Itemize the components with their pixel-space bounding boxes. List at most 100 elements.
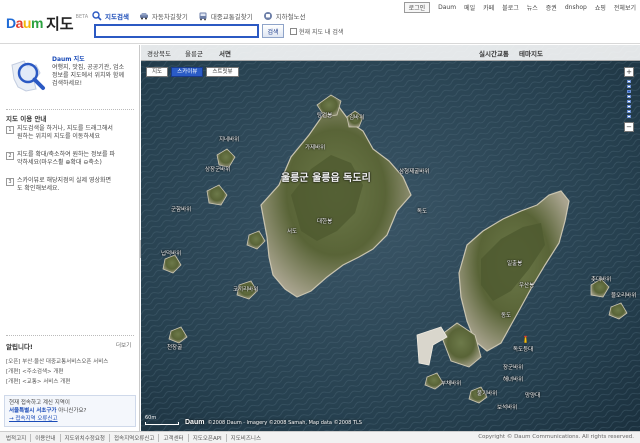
map-view[interactable]: 경상북도 울릉군 서면 실시간교통 테마지도 지도 스카이뷰 스트릿뷰 + − … — [141, 45, 640, 431]
guide-line: 스카이뷰로 해당지점의 실제 영상화면 — [17, 177, 112, 184]
place-label[interactable]: 일출봉 — [507, 259, 522, 267]
nav-link-all[interactable]: 전체보기 — [614, 3, 636, 12]
place-label[interactable]: 동도 — [501, 311, 511, 319]
alert-region: 서울특별시 서초구가 — [9, 408, 57, 414]
place-label[interactable]: 물오리바위 — [611, 291, 636, 299]
top-navigation: 로그인 Daum 메일 카페 블로그 뉴스 증권 dnshop 쇼핑 전체보기 — [403, 2, 636, 13]
place-label[interactable]: 서도 — [287, 227, 297, 235]
place-label[interactable]: 삼형제굴바위 — [399, 167, 429, 175]
nav-link-shopping[interactable]: 쇼핑 — [595, 3, 606, 12]
zoom-level-step[interactable] — [627, 80, 631, 83]
nav-link-news[interactable]: 뉴스 — [527, 3, 538, 12]
intro-text: Daum 지도 여행지, 맛집, 공공기관, 업소 정보를 지도에서 위치와 함… — [52, 56, 136, 88]
tab-car-route[interactable]: 자동차길찾기 — [139, 10, 198, 22]
footer-link-legal[interactable]: 법적고지 — [6, 434, 30, 442]
footer: 법적고지 이용안내 지도위치수정요청 접속지역오류신고 고객센터 지도오픈API… — [0, 431, 640, 443]
satellite-imagery — [141, 45, 640, 431]
place-label[interactable]: 천장굴 — [167, 343, 182, 351]
place-label[interactable]: 부채바위 — [441, 379, 461, 387]
place-label[interactable]: 탕건봉 — [317, 111, 332, 119]
breadcrumb-province[interactable]: 경상북도 — [147, 48, 171, 58]
magnifier-icon — [92, 11, 102, 21]
theme-map-button[interactable]: 테마지도 — [519, 48, 543, 58]
map-copyright: Daum ©2008 Daum · Imagery ©2008 Samah, M… — [185, 419, 362, 426]
checkbox-box[interactable] — [290, 27, 297, 35]
zoom-level-step[interactable] — [627, 100, 631, 103]
place-label[interactable]: 해녀바위 — [503, 375, 523, 383]
place-label[interactable]: 코끼리바위 — [233, 285, 258, 293]
zoom-out-button[interactable]: − — [624, 122, 634, 132]
nav-link-stock[interactable]: 증권 — [546, 3, 557, 12]
divider — [6, 335, 134, 336]
lighthouse-icon[interactable] — [521, 335, 530, 344]
map-toolbar: 경상북도 울릉군 서면 실시간교통 테마지도 — [141, 45, 640, 61]
within-map-checkbox[interactable]: 현재 지도 내 검색 — [290, 27, 343, 36]
nav-link-cafe[interactable]: 카페 — [483, 3, 494, 12]
footer-link-business[interactable]: 지도비즈니스 — [225, 434, 265, 442]
notice-item[interactable]: [개편] <교통> 서비스 개편 — [6, 377, 136, 385]
zoom-level-step[interactable] — [627, 85, 631, 88]
intro-line: 검색하세요! — [52, 80, 83, 87]
footer-link-help[interactable]: 고객센터 — [158, 434, 187, 442]
search-button[interactable]: 검색 — [262, 24, 284, 38]
notice-more-link[interactable]: 더보기 — [116, 341, 131, 349]
scale-line — [145, 422, 179, 425]
zoom-level-step[interactable] — [627, 115, 631, 118]
breadcrumb-district[interactable]: 서면 — [219, 48, 231, 58]
zoom-level-step[interactable] — [627, 95, 631, 98]
place-label[interactable]: 상장군바위 — [205, 165, 230, 173]
place-label[interactable]: 가제바위 — [305, 143, 325, 151]
place-label[interactable]: 장군바위 — [503, 363, 523, 371]
place-label[interactable]: 독도등대 — [513, 345, 533, 353]
daum-watermark-logo: Daum — [185, 419, 205, 426]
place-label-main: 울릉군 울릉읍 독도리 — [281, 173, 371, 184]
place-label[interactable]: 망양대 — [525, 391, 540, 399]
guide-line: 도 확인해보세요. — [17, 185, 60, 192]
nav-link-dnshop[interactable]: dnshop — [565, 4, 587, 11]
region-error-report-link[interactable]: → 접속지역 오류신고 — [9, 415, 131, 423]
place-label[interactable]: 우산봉 — [519, 281, 534, 289]
tab-map-search[interactable]: 지도검색 — [92, 10, 139, 22]
scale-bar: 60m — [145, 415, 179, 425]
place-label[interactable]: 군함바위 — [171, 205, 191, 213]
bus-icon — [199, 12, 207, 21]
place-label[interactable]: 지네바위 — [219, 135, 239, 143]
notice-item[interactable]: [오픈] 부산·울산 대중교통서비스오픈 서비스 — [6, 357, 136, 365]
guide-number: 2 — [6, 152, 14, 160]
tab-subway-lines[interactable]: 지하철노선 — [263, 10, 316, 22]
map-type-streetview-button[interactable]: 스트릿뷰 — [206, 67, 239, 77]
tab-label: 지하철노선 — [275, 13, 306, 21]
footer-links: 법적고지 이용안내 지도위치수정요청 접속지역오류신고 고객센터 지도오픈API… — [6, 434, 265, 442]
map-type-skyview-button[interactable]: 스카이뷰 — [171, 67, 204, 77]
footer-link-location-fix[interactable]: 지도위치수정요청 — [59, 434, 109, 442]
nav-link-daum[interactable]: Daum — [438, 4, 456, 11]
subway-icon — [263, 12, 272, 20]
login-link[interactable]: 로그인 — [403, 2, 431, 13]
search-tabs: 지도검색 자동차길찾기 대중교통길찾기 지하철노선 — [92, 10, 316, 22]
footer-link-region-report[interactable]: 접속지역오류신고 — [108, 434, 158, 442]
footer-link-open-api[interactable]: 지도오픈API — [187, 434, 226, 442]
search-input[interactable] — [94, 24, 259, 38]
place-label[interactable]: 넙덕바위 — [161, 249, 181, 257]
map-type-map-button[interactable]: 지도 — [146, 67, 169, 77]
place-label[interactable]: 독도 — [417, 207, 427, 215]
nav-link-blog[interactable]: 블로그 — [502, 3, 519, 12]
nav-link-mail[interactable]: 메일 — [464, 3, 475, 12]
footer-link-guide[interactable]: 이용안내 — [30, 434, 59, 442]
scale-label: 60m — [145, 415, 157, 421]
live-traffic-button[interactable]: 실시간교통 — [479, 48, 509, 58]
tab-transit-route[interactable]: 대중교통길찾기 — [198, 10, 263, 22]
zoom-level-step[interactable] — [627, 105, 631, 108]
daum-map-logo[interactable]: Daum 지도 BETA — [6, 12, 88, 34]
zoom-level-step[interactable] — [627, 110, 631, 113]
breadcrumb-county[interactable]: 울릉군 — [185, 48, 203, 58]
guide-line: 악하세요(마우스휠 ⊕확대 ⊖축소) — [17, 159, 102, 166]
place-label[interactable]: 김바위 — [349, 113, 364, 121]
zoom-in-button[interactable]: + — [624, 67, 634, 77]
place-label[interactable]: 보석바위 — [497, 403, 517, 411]
place-label[interactable]: 불기바위 — [477, 389, 497, 397]
notice-item[interactable]: [개편] <주소검색> 개편 — [6, 367, 136, 375]
place-label[interactable]: 촛대바위 — [591, 275, 611, 283]
place-label[interactable]: 대한봉 — [317, 217, 332, 225]
zoom-level-current[interactable] — [627, 90, 631, 93]
